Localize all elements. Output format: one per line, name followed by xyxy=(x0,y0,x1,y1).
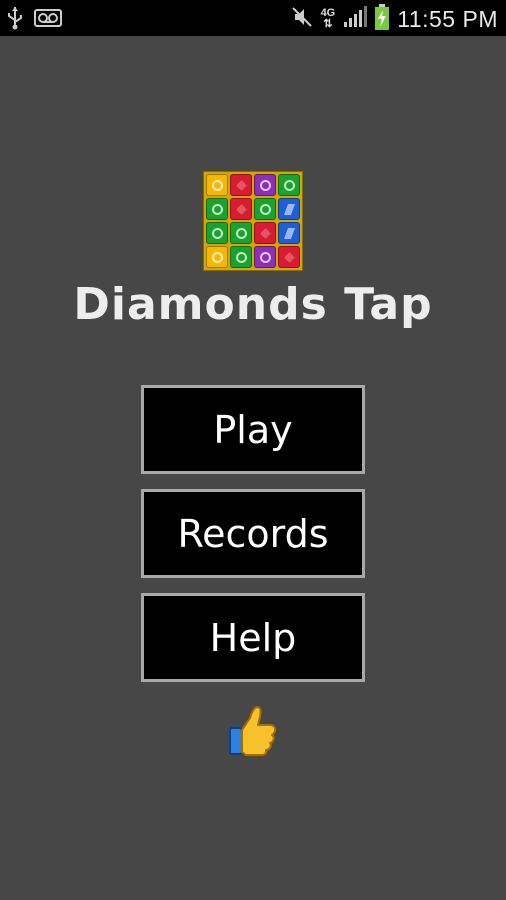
voicemail-icon xyxy=(34,8,62,32)
battery-charging-icon xyxy=(375,4,390,34)
logo-gem-yellow xyxy=(206,174,228,196)
logo-gem-yellow xyxy=(206,246,228,268)
app-title: Diamonds Tap xyxy=(73,279,433,330)
logo-gem-red xyxy=(230,174,252,196)
clock: 11:55 PM xyxy=(397,5,498,32)
logo-gem-blue xyxy=(278,198,300,220)
usb-icon xyxy=(6,6,24,34)
logo-gem-blue xyxy=(278,222,300,244)
logo-gem-purple xyxy=(254,174,276,196)
records-button[interactable]: Records xyxy=(141,489,365,578)
logo-gem-red xyxy=(254,222,276,244)
like-button[interactable] xyxy=(228,703,278,757)
signal-icon xyxy=(343,5,368,33)
logo-gem-green xyxy=(230,246,252,268)
logo-gem-green xyxy=(230,222,252,244)
logo-gem-green xyxy=(206,222,228,244)
logo-gem-green xyxy=(254,198,276,220)
play-button[interactable]: Play xyxy=(141,385,365,474)
thumbs-up-icon xyxy=(229,706,277,756)
logo-gem-red xyxy=(230,198,252,220)
help-button[interactable]: Help xyxy=(141,593,365,682)
logo-gem-green xyxy=(278,174,300,196)
logo-gem-green xyxy=(206,198,228,220)
logo-gem-red xyxy=(278,246,300,268)
logo-gem-purple xyxy=(254,246,276,268)
data-arrows-icon: ⇅ xyxy=(323,18,333,30)
app-logo xyxy=(203,171,303,271)
mute-icon xyxy=(291,5,313,33)
network-indicator: 4G ⇅ xyxy=(320,7,336,30)
status-bar: 4G ⇅ 11:55 PM xyxy=(0,0,506,36)
